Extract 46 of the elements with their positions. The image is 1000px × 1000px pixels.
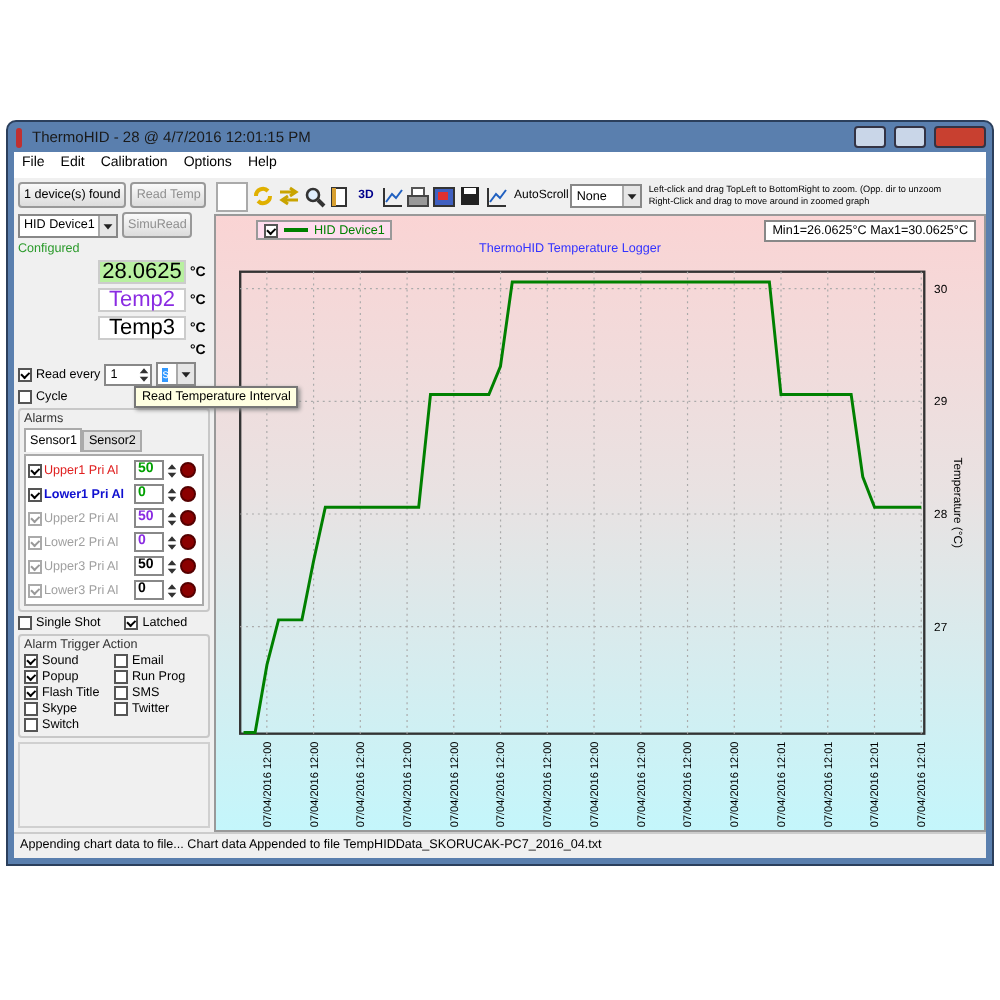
checkbox[interactable]	[114, 702, 128, 716]
spin-arrows-icon[interactable]	[166, 557, 178, 575]
checkbox[interactable]	[114, 654, 128, 668]
toolbar-button[interactable]	[302, 183, 326, 209]
checkbox[interactable]	[264, 223, 278, 237]
image-icon	[432, 185, 456, 207]
checkbox[interactable]	[18, 367, 32, 381]
checkbox[interactable]	[24, 670, 38, 684]
checkbox[interactable]	[24, 718, 38, 732]
checkbox[interactable]	[24, 654, 38, 668]
minimize-button[interactable]	[854, 126, 886, 148]
spin-arrows-icon[interactable]	[166, 509, 178, 527]
chart-icon	[485, 185, 507, 207]
spin-arrows-icon[interactable]	[138, 365, 151, 383]
checkbox[interactable]	[24, 702, 38, 716]
checkbox[interactable]	[114, 670, 128, 684]
chart-icon	[381, 185, 403, 207]
temperature-reading: Temp2	[98, 288, 186, 312]
checkbox[interactable]	[24, 686, 38, 700]
checkbox[interactable]	[124, 616, 139, 630]
checkbox[interactable]	[28, 487, 42, 501]
toolbar-button[interactable]	[484, 183, 508, 209]
magnifier-icon	[303, 185, 325, 207]
maximize-button[interactable]	[894, 126, 926, 148]
checkbox[interactable]	[18, 616, 32, 630]
arrows-icon	[277, 186, 299, 206]
thermometer-icon	[14, 127, 24, 147]
legend-line	[284, 228, 308, 232]
spin-arrows-icon[interactable]	[166, 461, 178, 479]
temperature-reading: Temp3	[98, 316, 186, 340]
toolbar-button[interactable]	[432, 183, 456, 209]
save-icon	[460, 186, 480, 206]
spin-arrows-icon[interactable]	[166, 485, 178, 503]
toolbar-button[interactable]	[406, 183, 430, 209]
checkbox[interactable]	[114, 686, 128, 700]
circular-arrows-icon	[251, 186, 273, 206]
page-icon	[330, 185, 350, 207]
temperature-reading: 28.0625	[98, 260, 186, 284]
spin-arrows-icon[interactable]	[166, 533, 178, 551]
checkbox[interactable]	[28, 463, 42, 477]
spin-arrows-icon[interactable]	[166, 581, 178, 599]
printer-icon	[406, 185, 430, 207]
toolbar-button[interactable]	[458, 183, 482, 209]
checkbox[interactable]	[18, 390, 32, 404]
toolbar-button[interactable]	[380, 183, 404, 209]
toolbar-button[interactable]	[328, 183, 352, 209]
